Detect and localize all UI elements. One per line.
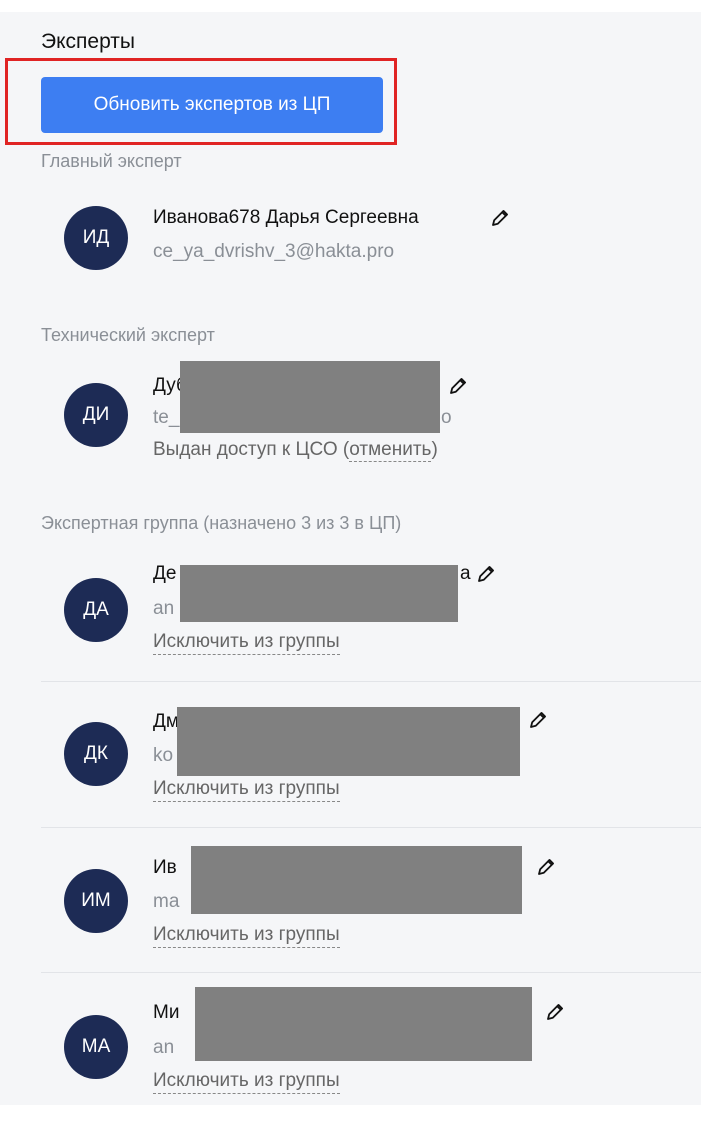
access-status: Выдан доступ к ЦСО (отменить) [153, 439, 438, 462]
exclude-from-group-link[interactable]: Исключить из группы [153, 923, 340, 948]
avatar: ДИ [64, 383, 128, 447]
update-experts-button[interactable]: Обновить экспертов из ЦП [41, 77, 383, 133]
avatar: ДА [64, 578, 128, 642]
exclude-from-group-link[interactable]: Исключить из группы [153, 1069, 340, 1094]
section-title: Эксперты [41, 30, 135, 53]
member-name: Ми [153, 1002, 180, 1023]
redaction-block [195, 987, 532, 1061]
chief-expert-label: Главный эксперт [41, 151, 182, 171]
member-email: ko [153, 745, 174, 766]
member-name-tail: а [460, 563, 471, 584]
avatar: ИМ [64, 869, 128, 933]
technical-expert-email-tail: о [441, 407, 452, 428]
technical-expert-label: Технический эксперт [41, 325, 215, 345]
member-name: Де [153, 563, 177, 584]
member-name: Ив [153, 857, 177, 878]
chief-expert-name: Иванова678 Дарья Сергеевна [153, 207, 419, 228]
member-email: an [153, 1037, 175, 1058]
pencil-icon[interactable] [490, 208, 510, 228]
pencil-icon[interactable] [536, 857, 556, 877]
pencil-icon[interactable] [545, 1002, 565, 1022]
member-email: an [153, 598, 175, 619]
divider [41, 681, 701, 682]
redaction-block [180, 361, 440, 433]
member-email: ma [153, 891, 180, 912]
chief-expert-email: ce_ya_dvrishv_3@hakta.pro [153, 241, 395, 262]
avatar: ИД [64, 206, 128, 270]
technical-expert-email: te_ [153, 407, 180, 428]
expert-group-label: Экспертная группа (назначено 3 из 3 в ЦП… [41, 513, 402, 533]
pencil-icon[interactable] [528, 710, 548, 730]
divider [41, 827, 701, 828]
avatar: МА [64, 1015, 128, 1079]
experts-panel [0, 12, 701, 1105]
redaction-block [191, 846, 522, 914]
member-name: Дм [153, 711, 179, 732]
pencil-icon[interactable] [448, 376, 468, 396]
exclude-from-group-link[interactable]: Исключить из группы [153, 630, 340, 655]
revoke-access-link[interactable]: отменить [349, 439, 432, 462]
pencil-icon[interactable] [476, 564, 496, 584]
redaction-block [180, 565, 458, 622]
exclude-from-group-link[interactable]: Исключить из группы [153, 777, 340, 802]
divider [41, 972, 701, 973]
avatar: ДК [64, 722, 128, 786]
redaction-block [177, 707, 520, 776]
